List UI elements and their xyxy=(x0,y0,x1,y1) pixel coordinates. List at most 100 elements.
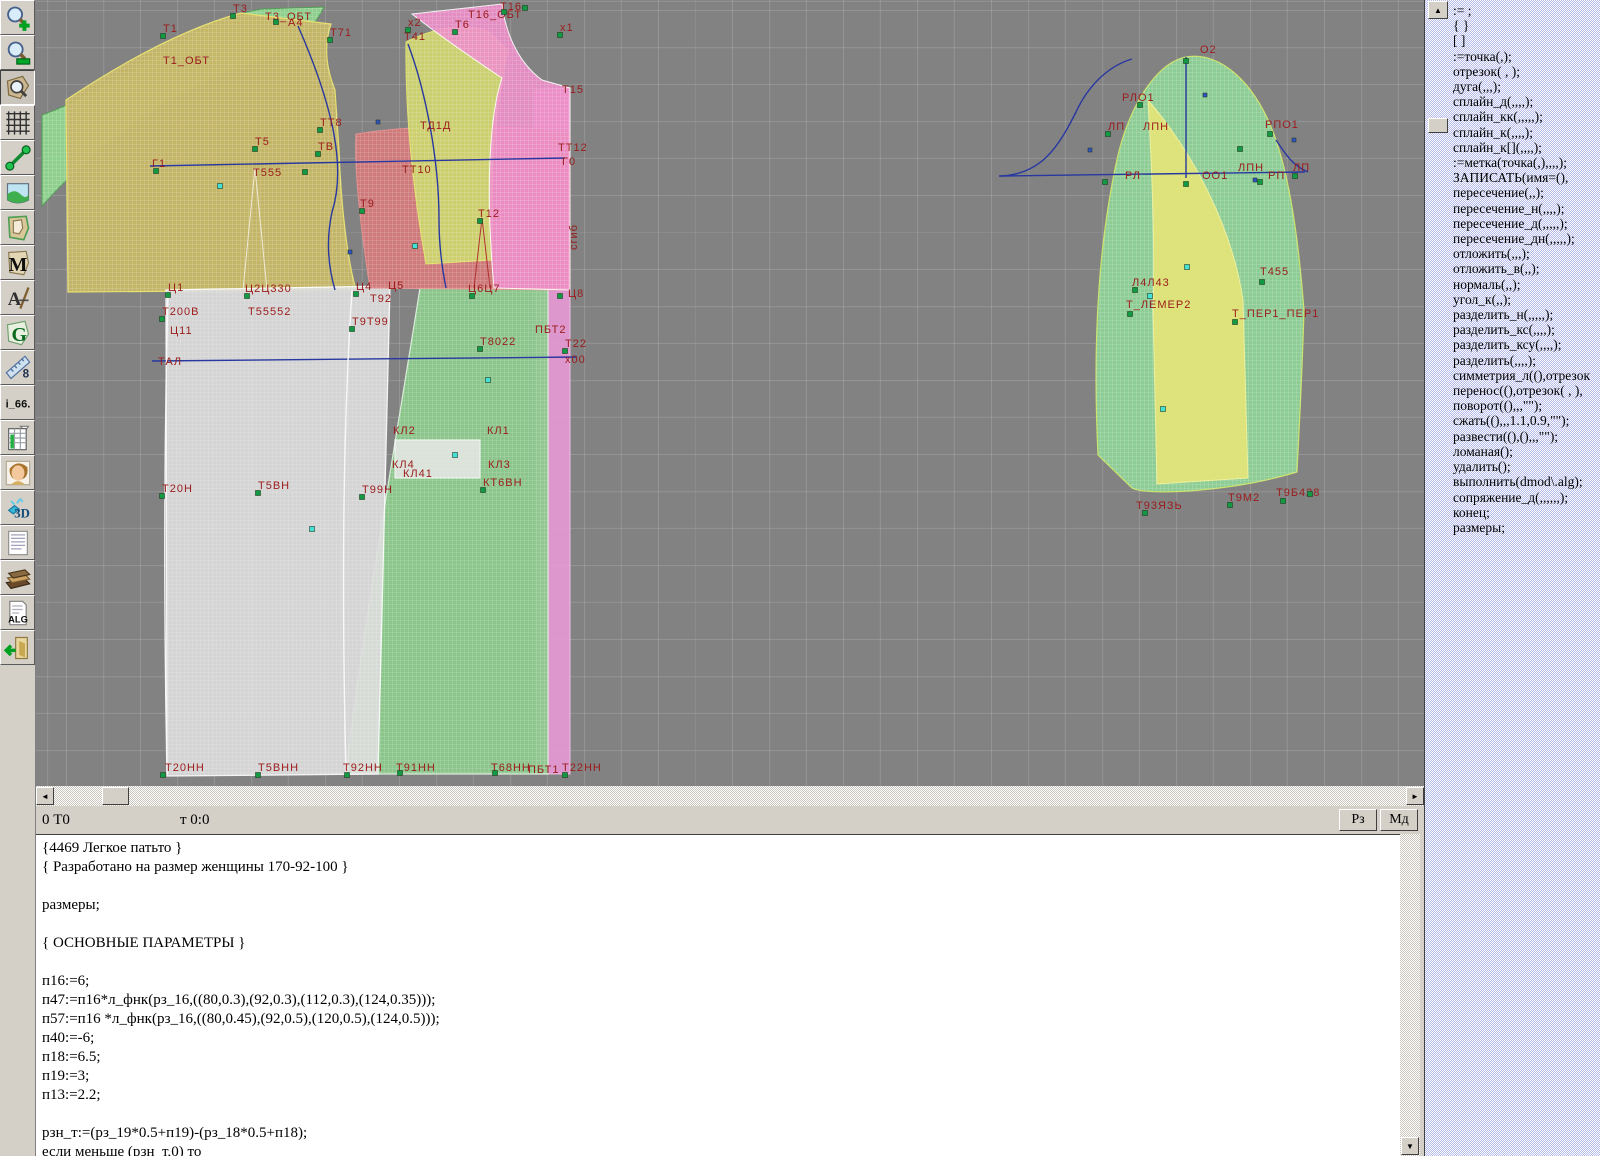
md-button[interactable]: Мд xyxy=(1380,809,1418,831)
construction-point[interactable] xyxy=(309,526,315,532)
construction-point[interactable] xyxy=(452,452,458,458)
construction-point[interactable] xyxy=(562,348,568,354)
construction-point[interactable] xyxy=(359,494,365,500)
command-item[interactable]: разделить_н(,,,,,); xyxy=(1453,307,1600,322)
construction-point[interactable] xyxy=(1160,406,1166,412)
construction-point[interactable] xyxy=(347,249,353,255)
sketch-image-button[interactable] xyxy=(0,175,35,210)
construction-point[interactable] xyxy=(217,183,223,189)
construction-point[interactable] xyxy=(1132,287,1138,293)
construction-point[interactable] xyxy=(1087,147,1093,153)
construction-point[interactable] xyxy=(501,9,507,15)
command-item[interactable]: симметрия_л((),отрезок xyxy=(1453,368,1600,383)
command-item[interactable]: сплайн_кк(,,,,,); xyxy=(1453,109,1600,124)
rz-button[interactable]: Рз xyxy=(1339,809,1377,831)
construction-point[interactable] xyxy=(562,772,568,778)
command-item[interactable]: пересечение_д(,,,,,); xyxy=(1453,216,1600,231)
measure-segment-button[interactable] xyxy=(0,140,35,175)
drafting-tools-button[interactable]: А xyxy=(0,280,35,315)
command-item[interactable]: :=метка(точка(,),,,,); xyxy=(1453,155,1600,170)
command-item[interactable]: [ ] xyxy=(1453,33,1600,48)
editor-scroll-down-arrow[interactable] xyxy=(1401,1137,1419,1155)
construction-point[interactable] xyxy=(1291,137,1297,143)
construction-point[interactable] xyxy=(1237,146,1243,152)
command-item[interactable]: разделить(,,,,); xyxy=(1453,353,1600,368)
construction-point[interactable] xyxy=(469,293,475,299)
construction-point[interactable] xyxy=(359,208,365,214)
construction-point[interactable] xyxy=(1183,58,1189,64)
command-item[interactable]: пересечение(,,); xyxy=(1453,185,1600,200)
construction-point[interactable] xyxy=(485,377,491,383)
view-3d-button[interactable]: 3D xyxy=(0,490,35,525)
construction-point[interactable] xyxy=(452,29,458,35)
command-item[interactable]: ломаная(); xyxy=(1453,444,1600,459)
command-item[interactable]: перенос((),отрезок( , ), xyxy=(1453,383,1600,398)
construction-point[interactable] xyxy=(1257,179,1263,185)
construction-point[interactable] xyxy=(159,493,165,499)
command-item[interactable]: пересечение_н(,,,,); xyxy=(1453,201,1600,216)
command-item[interactable]: сжать((),,,1.1,0.9,""); xyxy=(1453,413,1600,428)
construction-point[interactable] xyxy=(1102,179,1108,185)
palette-scroll-thumb[interactable] xyxy=(1428,118,1448,133)
construction-point[interactable] xyxy=(255,490,261,496)
construction-point[interactable] xyxy=(557,32,563,38)
construction-point[interactable] xyxy=(315,151,321,157)
command-item[interactable]: пересечение_дн(,,,,,); xyxy=(1453,231,1600,246)
command-item[interactable]: сплайн_д(,,,,); xyxy=(1453,94,1600,109)
command-item[interactable]: угол_к(,,); xyxy=(1453,292,1600,307)
command-item[interactable]: { } xyxy=(1453,18,1600,33)
construction-point[interactable] xyxy=(302,169,308,175)
command-item[interactable]: размеры; xyxy=(1453,520,1600,535)
command-item[interactable]: := ; xyxy=(1453,3,1600,18)
construction-point[interactable] xyxy=(492,770,498,776)
construction-point[interactable] xyxy=(159,316,165,322)
editor-vscrollbar[interactable] xyxy=(1400,834,1420,1156)
command-item[interactable]: отрезок( , ); xyxy=(1453,64,1600,79)
construction-point[interactable] xyxy=(1252,177,1258,183)
model-m-button[interactable]: M xyxy=(0,245,35,280)
zoom-out-button[interactable] xyxy=(0,35,35,70)
construction-point[interactable] xyxy=(405,27,411,33)
command-item[interactable]: поворот((),,,""); xyxy=(1453,398,1600,413)
construction-point[interactable] xyxy=(477,218,483,224)
construction-point[interactable] xyxy=(230,13,236,19)
construction-point[interactable] xyxy=(1232,319,1238,325)
algorithm-editor[interactable]: {4469 Легкое патьто } { Разработано на ра… xyxy=(36,834,1400,1156)
command-item[interactable]: разделить_кс(,,,,); xyxy=(1453,322,1600,337)
command-item[interactable]: ЗАПИСАТЬ(имя=(), xyxy=(1453,170,1600,185)
construction-point[interactable] xyxy=(244,293,250,299)
ruler-button[interactable]: 8 xyxy=(0,350,35,385)
command-item[interactable]: сплайн_к[](,,,,); xyxy=(1453,140,1600,155)
construction-point[interactable] xyxy=(153,168,159,174)
command-item[interactable]: конец; xyxy=(1453,505,1600,520)
construction-point[interactable] xyxy=(349,326,355,332)
construction-point[interactable] xyxy=(1202,92,1208,98)
construction-point[interactable] xyxy=(375,119,381,125)
construction-point[interactable] xyxy=(1147,293,1153,299)
command-item[interactable]: удалить(); xyxy=(1453,459,1600,474)
canvas-hscrollbar[interactable] xyxy=(36,786,1424,806)
drawing-canvas[interactable]: Т1 Т1_ОБТ Т3 Т3_ОБТ А4 Т71 х2 Т41 Т6 Т16_ОБТ Т16 х1… xyxy=(36,0,1424,786)
construction-point[interactable] xyxy=(344,772,350,778)
command-item[interactable]: отложить(,,,); xyxy=(1453,246,1600,261)
construction-point[interactable] xyxy=(1280,498,1286,504)
construction-point[interactable] xyxy=(477,346,483,352)
construction-point[interactable] xyxy=(1307,491,1313,497)
palette-vscrollbar[interactable] xyxy=(1426,0,1448,786)
command-item[interactable]: выполнить(dmod\.alg); xyxy=(1453,474,1600,489)
command-item[interactable]: дуга(,,,); xyxy=(1453,79,1600,94)
command-item[interactable]: развести((),(),,,""); xyxy=(1453,429,1600,444)
size-table-button[interactable] xyxy=(0,420,35,455)
command-item[interactable]: нормаль(,,); xyxy=(1453,277,1600,292)
grid-button[interactable] xyxy=(0,105,35,140)
algorithm-button[interactable]: ALG xyxy=(0,595,35,630)
command-item[interactable]: :=точка(,); xyxy=(1453,49,1600,64)
construction-point[interactable] xyxy=(160,772,166,778)
grading-g-button[interactable]: G xyxy=(0,315,35,350)
exit-button[interactable] xyxy=(0,630,35,665)
construction-point[interactable] xyxy=(522,5,528,11)
construction-point[interactable] xyxy=(1137,102,1143,108)
hscroll-thumb[interactable] xyxy=(102,787,129,805)
construction-point[interactable] xyxy=(252,146,258,152)
file-label[interactable]: i_66. xyxy=(0,385,35,420)
